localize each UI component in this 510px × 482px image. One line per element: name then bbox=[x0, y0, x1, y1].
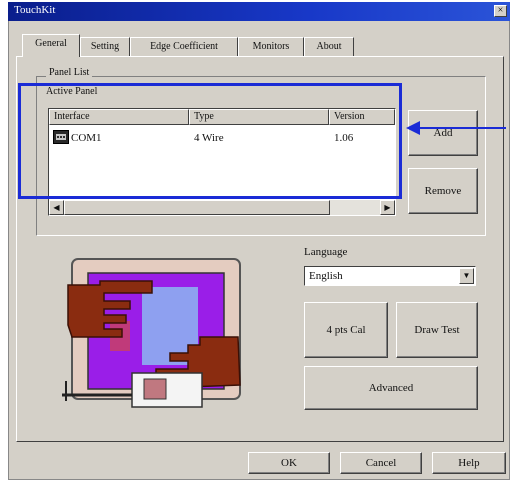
tab-about[interactable]: About bbox=[304, 37, 354, 56]
scroll-left-icon[interactable]: ◀ bbox=[49, 200, 64, 215]
tab-general[interactable]: General bbox=[22, 34, 80, 57]
language-select[interactable]: English bbox=[304, 266, 476, 286]
window-title: TouchKit bbox=[14, 4, 56, 16]
close-button[interactable]: × bbox=[494, 5, 507, 17]
chevron-down-icon[interactable]: ▼ bbox=[459, 268, 474, 284]
scroll-right-icon[interactable]: ▶ bbox=[380, 200, 395, 215]
annotation-arrow-icon bbox=[406, 121, 420, 135]
four-pts-cal-button[interactable]: 4 pts Cal bbox=[304, 302, 388, 358]
annotation-arrow-line bbox=[420, 127, 506, 129]
draw-test-button[interactable]: Draw Test bbox=[396, 302, 478, 358]
title-bar bbox=[8, 2, 510, 21]
help-button[interactable]: Help bbox=[432, 452, 506, 474]
language-label: Language bbox=[304, 246, 348, 258]
remove-button[interactable]: Remove bbox=[408, 168, 478, 214]
touchscreen-hand-illustration bbox=[62, 258, 241, 408]
advanced-button[interactable]: Advanced bbox=[304, 366, 478, 410]
panel-list-label: Panel List bbox=[46, 67, 93, 78]
ok-button[interactable]: OK bbox=[248, 452, 330, 474]
tab-monitors[interactable]: Monitors bbox=[238, 37, 304, 56]
tab-setting[interactable]: Setting bbox=[80, 37, 130, 56]
scrollbar-thumb[interactable] bbox=[64, 200, 330, 215]
tab-edge-coefficient[interactable]: Edge Coefficient bbox=[130, 37, 238, 56]
cancel-button[interactable]: Cancel bbox=[340, 452, 422, 474]
annotation-highlight-box bbox=[18, 83, 402, 199]
